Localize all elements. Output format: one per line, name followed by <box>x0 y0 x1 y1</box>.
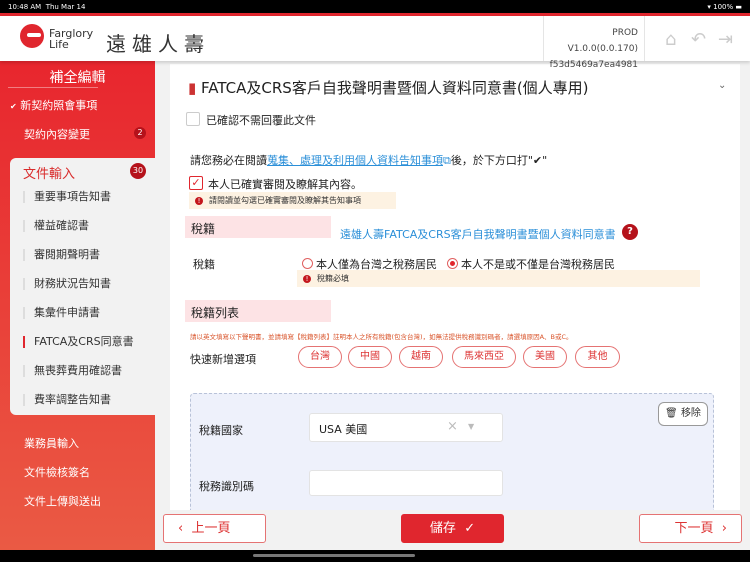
badge: 2 <box>134 127 146 139</box>
tin-label: 稅務識別碼 <box>199 480 254 493</box>
clear-icon[interactable]: × <box>447 419 458 434</box>
logout-icon[interactable]: ⇥ <box>718 29 733 50</box>
tax-warning: ! 稅籍必填 <box>297 270 700 287</box>
form-card: ▮ FATCA及CRS客戶自我聲明書暨個人資料同意書(個人專用) ⌄ 已確認不需… <box>170 64 740 523</box>
home-icon[interactable]: ⌂ <box>665 29 676 50</box>
quick-add-label: 快速新增選項 <box>190 353 256 366</box>
save-button[interactable]: 儲存 ✓ <box>401 514 504 543</box>
tin-input[interactable] <box>309 470 503 496</box>
sidebar-item-upload-submit[interactable]: 文件上傳與送出 <box>24 493 101 509</box>
sidebar-item-agent-input[interactable]: 業務員輸入 <box>24 435 79 451</box>
logo-icon <box>20 24 44 48</box>
external-link-icon: ⧉ <box>443 154 451 167</box>
sidebar-title: 補全編輯 <box>49 70 106 86</box>
version-info: PROD V1.0.0(0.0.170) f53d5469a7ea4981 <box>543 16 645 70</box>
submenu-item[interactable]: 權益確認書 <box>23 220 89 232</box>
submenu-item[interactable]: 重要事項告知書 <box>23 191 111 203</box>
chevron-left-icon: ‹ <box>178 521 184 536</box>
country-value: USA 美國 <box>319 423 368 436</box>
status-time: 10:48 AM <box>8 2 42 11</box>
section-tax: 稅籍 <box>185 216 331 238</box>
error-icon: ! <box>195 197 203 205</box>
badge: 30 <box>130 163 146 179</box>
battery-indicator: ▾ 100% ▬ <box>707 2 742 11</box>
submenu-item[interactable]: 財務狀況告知書 <box>23 278 111 290</box>
home-indicator[interactable] <box>253 554 415 557</box>
radio-icon <box>302 258 313 269</box>
section-tax-list: 稅籍列表 <box>185 300 331 322</box>
submenu-title[interactable]: 文件輸入 <box>23 163 75 182</box>
chevron-down-icon[interactable]: ⌄ <box>718 80 726 91</box>
form-title[interactable]: ▮ FATCA及CRS客戶自我聲明書暨個人資料同意書(個人專用) <box>188 77 589 98</box>
quick-add-other[interactable]: 其他 <box>575 346 620 368</box>
trash-icon: 🗑 <box>665 408 678 419</box>
document-icon: ▮ <box>188 79 197 97</box>
submenu-item[interactable]: 集彙件申請書 <box>23 307 100 319</box>
quick-add-taiwan[interactable]: 台灣 <box>298 346 342 368</box>
check-icon: ✓ <box>464 521 476 536</box>
chevron-right-icon: › <box>721 521 727 536</box>
help-icon[interactable]: ? <box>622 224 638 240</box>
submenu-item[interactable]: 無喪葬費用確認書 <box>23 365 122 377</box>
tax-label: 稅籍 <box>193 258 215 271</box>
submenu-document-input: 文件輸入 30 重要事項告知書 權益確認書 審閱期聲明書 財務狀況告知書 集彙件… <box>10 158 155 415</box>
agree-label: 本人已確實審閱及瞭解其內容。 <box>208 178 362 191</box>
no-reply-label: 已確認不需回覆此文件 <box>206 114 316 127</box>
no-reply-checkbox[interactable] <box>186 112 200 126</box>
submenu-item-active[interactable]: FATCA及CRS同意書 <box>23 336 134 348</box>
country-label: 稅籍國家 <box>199 424 243 437</box>
divider <box>8 87 98 88</box>
quick-add-vietnam[interactable]: 越南 <box>399 346 443 368</box>
status-date: Thu Mar 14 <box>45 2 86 11</box>
error-icon: ! <box>303 275 311 283</box>
quick-add-usa[interactable]: 美國 <box>523 346 567 368</box>
radio-selected-icon <box>447 258 458 269</box>
sidebar-item-notice[interactable]: ✔ 新契約照會事項 <box>10 97 97 113</box>
sidebar-item-contract-change[interactable]: 契約內容變更 <box>24 126 90 142</box>
dropdown-arrow-icon[interactable]: ▼ <box>468 422 474 431</box>
agree-warning: ! 請閱讀並勾選已確實審閱及瞭解其告知事項 <box>189 192 396 209</box>
status-bar: 10:48 AM Thu Mar 14 ▾ 100% ▬ <box>0 0 750 13</box>
country-select[interactable]: USA 美國 × ▼ <box>309 413 503 442</box>
logo-text: Farglory Life <box>49 27 94 51</box>
notice-text: 請您務必在閱讀蒐集、處理及利用個人資料告知事項⧉後，於下方口打"✔" <box>190 154 548 167</box>
declaration-link[interactable]: 遠雄人壽FATCA及CRS客戶自我聲明書暨個人資料同意書 <box>340 226 616 242</box>
agree-checkbox[interactable]: ✓ <box>189 176 203 190</box>
remove-button[interactable]: 🗑 移除 <box>658 402 708 426</box>
back-icon[interactable]: ↶ <box>691 29 706 50</box>
sidebar: 補全編輯 ✔ 新契約照會事項 契約內容變更 2 文件輸入 30 重要事項告知書 … <box>0 61 155 550</box>
sidebar-item-review-sign[interactable]: 文件檢核簽名 <box>24 464 90 480</box>
company-name: 遠雄人壽 <box>106 32 210 56</box>
next-page-button[interactable]: 下一頁 › <box>639 514 742 543</box>
quick-add-malaysia[interactable]: 馬來西亞 <box>452 346 516 368</box>
privacy-notice-link[interactable]: 蒐集、處理及利用個人資料告知事項 <box>267 154 443 167</box>
app-header: Farglory Life 遠雄人壽 PROD V1.0.0(0.0.170) f5… <box>0 16 750 70</box>
tax-list-note: 請以英文填寫以下聲明書，並請填寫【稅籍列表】註明本人之所有稅籍(包含台灣)，如無… <box>190 333 573 341</box>
tax-entry-box: 稅籍國家 USA 美國 × ▼ 🗑 移除 稅務識別碼 <box>190 393 714 523</box>
footer-bar: ‹ 上一頁 儲存 ✓ 下一頁 › <box>155 510 750 550</box>
submenu-item[interactable]: 審閱期聲明書 <box>23 249 100 261</box>
quick-add-china[interactable]: 中國 <box>348 346 392 368</box>
check-icon: ✔ <box>10 102 17 111</box>
home-indicator-bar <box>0 550 750 562</box>
prev-page-button[interactable]: ‹ 上一頁 <box>163 514 266 543</box>
submenu-item[interactable]: 費率調整告知書 <box>23 394 111 406</box>
